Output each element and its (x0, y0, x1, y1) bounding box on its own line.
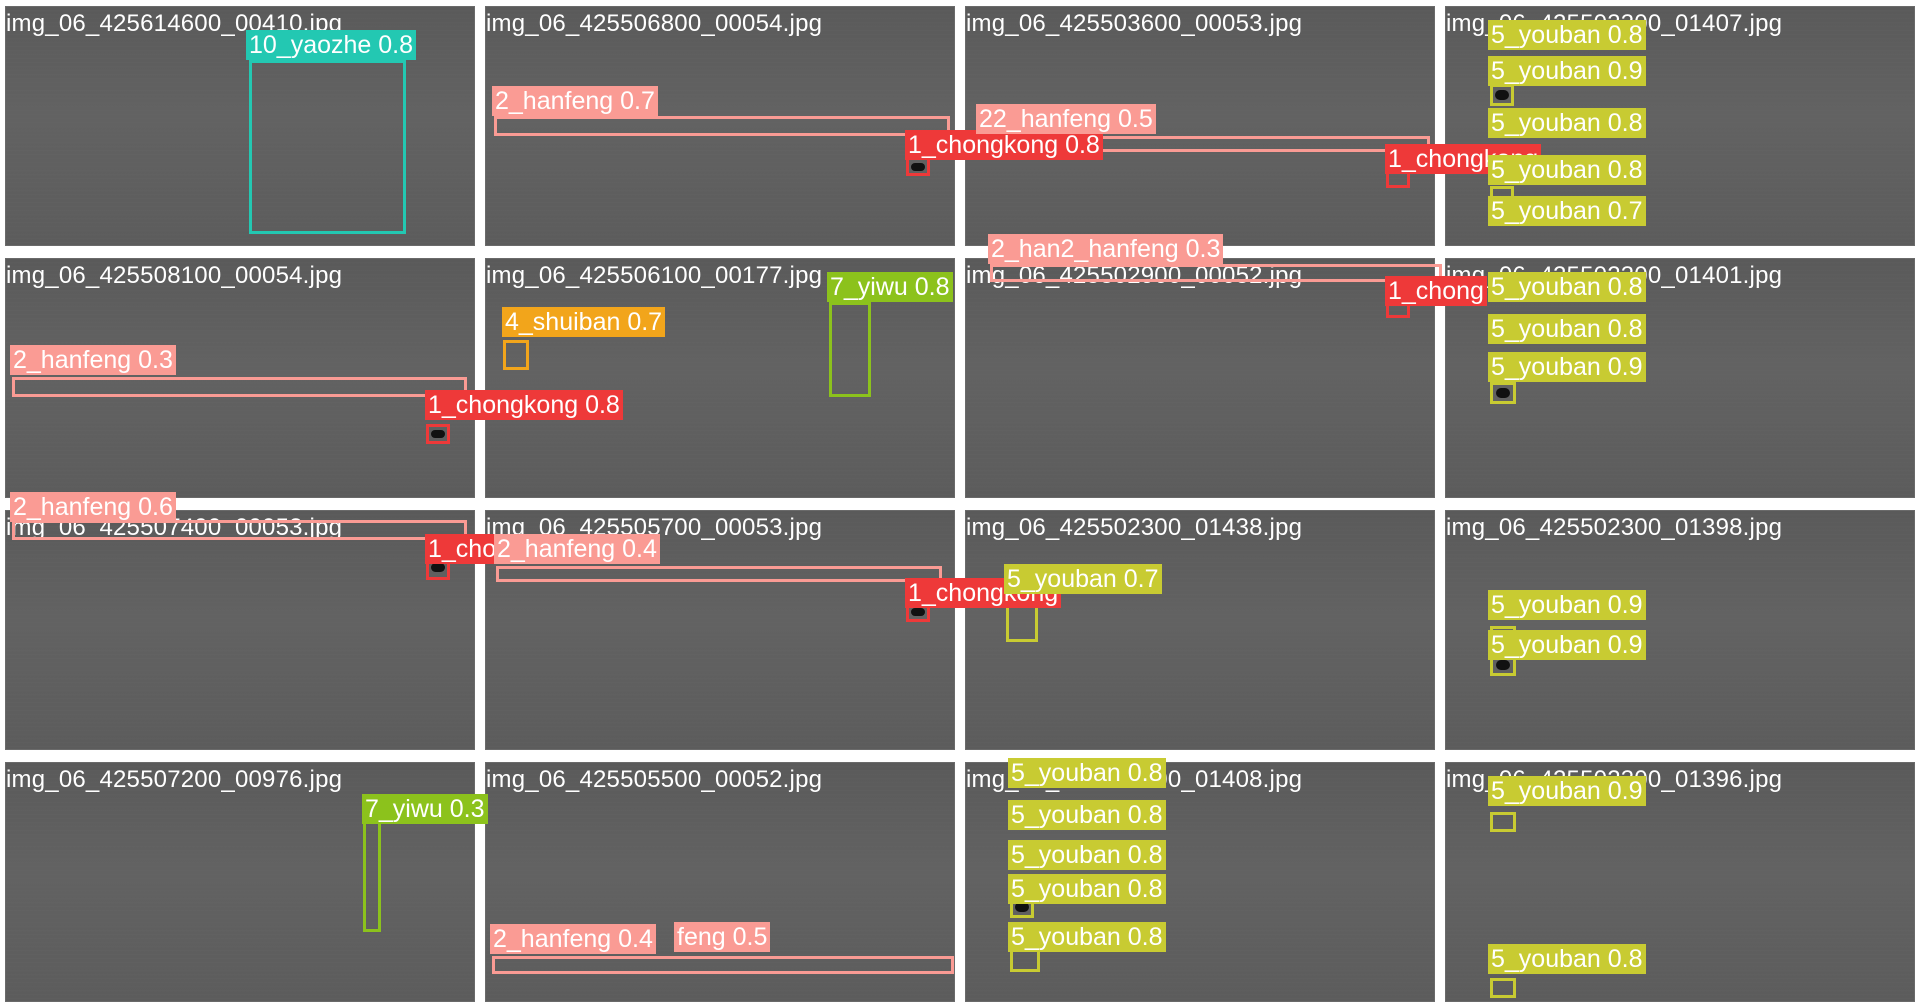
bbox-hanfeng (492, 956, 954, 974)
detection-label: 5_youban 0.8 (1008, 758, 1166, 788)
detection-label: 7_yiwu 0.8 (827, 272, 953, 302)
tile-filename: img_06_425505500_00052.jpg (486, 766, 823, 793)
detection-mosaic: img_06_425614600_00410.jpg 10_yaozhe 0.8… (0, 0, 1920, 1008)
bbox-youban (1490, 978, 1516, 998)
bbox-hanfeng (496, 566, 942, 582)
bbox-youban (1490, 812, 1516, 832)
detection-label: 5_youban 0.9 (1488, 776, 1646, 806)
detection-label: 2_hanfeng 0.4 (494, 534, 660, 564)
tile-filename: img_06_425502300_01398.jpg (1446, 514, 1783, 541)
detection-label: 2_hanfeng 0.4 (490, 924, 656, 954)
tile-filename: img_06_425506800_00054.jpg (486, 10, 823, 37)
detection-label: 5_youban 0.8 (1488, 272, 1646, 302)
detection-label: 1_chong (1385, 276, 1487, 306)
detection-label: 2_hanfeng 0.7 (492, 86, 658, 116)
tile-15: img_06_425502300_01396.jpg 5_youban 0.9 … (1440, 756, 1920, 1008)
tile-14: img_06_425502300_01408.jpg 5_youban 0.8 … (960, 756, 1440, 1008)
tile-9: img_06_425505700_00053.jpg 2_hanfeng 0.4… (480, 504, 1062, 756)
tile-7: img_06_425502300_01401.jpg 5_youban 0.8 … (1440, 252, 1920, 504)
tile-3: img_06_425503300_01407.jpg 5_youban 0.8 … (1440, 0, 1920, 252)
detection-label: 1_chongkong 0.8 (905, 130, 1103, 160)
defect-hole (911, 163, 925, 171)
bbox-hanfeng (494, 116, 950, 136)
detection-label: 7_yiwu 0.3 (362, 794, 488, 824)
bbox-yiwu (829, 302, 871, 397)
bbox-yaozhe (249, 60, 406, 234)
tile-filename: img_06_425503600_00053.jpg (966, 10, 1303, 37)
tile-11: img_06_425502300_01398.jpg 5_youban 0.9 … (1440, 504, 1920, 756)
tile-filename: img_06_425506100_00177.jpg (486, 262, 823, 289)
detection-label: 5_youban 0.9 (1488, 352, 1646, 382)
defect-image (965, 258, 1435, 498)
detection-label: 2_hanfeng 0.6 (10, 492, 176, 522)
detection-label: 5_youban 0.9 (1488, 56, 1646, 86)
bbox-yiwu (363, 816, 381, 932)
detection-label: 5_youban 0.8 (1488, 944, 1646, 974)
detection-label: feng 0.5 (674, 922, 771, 952)
detection-label: 2_hanfeng 0.3 (10, 345, 176, 375)
defect-image (5, 510, 475, 750)
defect-hole (431, 563, 445, 572)
detection-label: 5_youban 0.8 (1488, 108, 1646, 138)
tile-2: img_06_425503600_00053.jpg 22_hanfeng 0.… (960, 0, 1542, 252)
detection-label: 4_shuiban 0.7 (502, 307, 666, 337)
detection-label: 5_youban 0.8 (1488, 314, 1646, 344)
detection-label: 5_youban 0.8 (1008, 840, 1166, 870)
tile-5: img_06_425506100_00177.jpg 4_shuiban 0.7… (480, 252, 960, 504)
detection-label: 1_chongkong 0.8 (425, 390, 623, 420)
bbox-hanfeng (12, 520, 467, 540)
defect-spot (1496, 660, 1510, 670)
tile-filename: img_06_425502300_01438.jpg (966, 514, 1303, 541)
defect-hole (911, 608, 925, 616)
tile-filename: img_06_425507200_00976.jpg (6, 766, 343, 793)
defect-spot (1496, 388, 1510, 398)
detection-label: 1_cho (425, 534, 500, 564)
tile-filename: img_06_425508100_00054.jpg (6, 262, 343, 289)
detection-label: 5_youban 0.7 (1488, 196, 1646, 226)
tile-10: img_06_425502300_01438.jpg 5_youban 0.7 (960, 504, 1440, 756)
tile-6: img_06_425502900_00052.jpg 2_han2_hanfen… (960, 234, 1487, 504)
tile-4: img_06_425508100_00054.jpg 2_hanfeng 0.3… (0, 252, 623, 504)
detection-label: 5_youban 0.9 (1488, 590, 1646, 620)
defect-spot (1495, 90, 1509, 100)
detection-label: 5_youban 0.9 (1488, 630, 1646, 660)
detection-label: 5_youban 0.7 (1004, 564, 1162, 594)
bbox-shuiban (503, 340, 529, 370)
detection-label: 2_han2_hanfeng 0.3 (988, 234, 1224, 264)
tile-12: img_06_425507200_00976.jpg 7_yiwu 0.3 (0, 756, 488, 1008)
tile-0: img_06_425614600_00410.jpg 10_yaozhe 0.8 (0, 0, 480, 252)
tile-13: img_06_425505500_00052.jpg 2_hanfeng 0.4… (480, 756, 960, 1008)
bbox-hanfeng (990, 264, 1442, 282)
defect-hole (431, 430, 445, 438)
tile-8: img_06_425507400_00053.jpg 2_hanfeng 0.6… (0, 492, 500, 756)
detection-label: 5_youban 0.8 (1008, 800, 1166, 830)
detection-label: 22_hanfeng 0.5 (976, 104, 1156, 134)
detection-label: 5_youban 0.8 (1488, 20, 1646, 50)
detection-label: 5_youban 0.8 (1488, 155, 1646, 185)
detection-label: 10_yaozhe 0.8 (246, 30, 417, 60)
tile-1: img_06_425506800_00054.jpg 2_hanfeng 0.7… (480, 0, 1103, 252)
detection-label: 5_youban 0.8 (1008, 874, 1166, 904)
detection-label: 5_youban 0.8 (1008, 922, 1166, 952)
bbox-hanfeng (12, 377, 467, 397)
